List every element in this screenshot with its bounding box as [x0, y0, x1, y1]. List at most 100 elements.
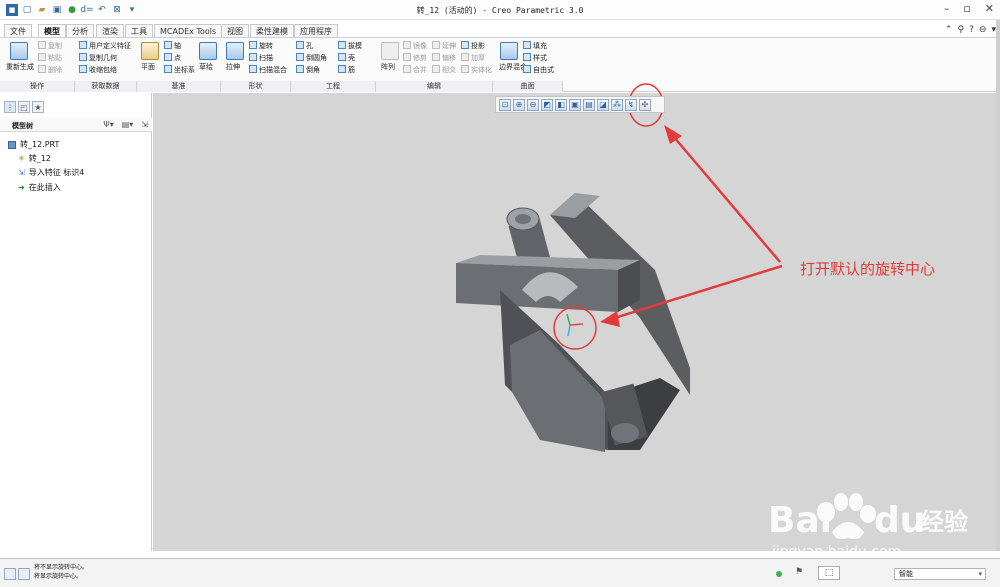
chamfer-button[interactable]: 倒角 — [296, 65, 320, 75]
refit-icon[interactable]: ⊡ — [499, 98, 511, 111]
solidify-icon — [461, 65, 469, 73]
svg-text:经验: 经验 — [920, 508, 968, 536]
sketch-icon[interactable] — [199, 42, 217, 60]
settings-icon[interactable]: ⊖ — [979, 25, 987, 35]
chamfer-icon — [296, 65, 304, 73]
thicken-button[interactable]: 加厚 — [461, 53, 485, 63]
tree-item-import-feature[interactable]: ⇲ 导入特征 标识4 — [18, 168, 84, 178]
delete-button[interactable]: 删除 — [38, 65, 62, 75]
annotation-display-icon[interactable]: ↯ — [625, 98, 637, 111]
group-editing[interactable]: 编辑 — [376, 81, 493, 92]
group-surfaces[interactable]: 曲面 — [493, 81, 563, 92]
help-icon[interactable]: ? — [969, 25, 974, 35]
tree-display-icon[interactable]: ▤▾ — [122, 120, 134, 129]
intersect-button[interactable]: 相交 — [432, 65, 456, 75]
display-style-icon[interactable]: ◧ — [555, 98, 567, 111]
part-icon — [8, 141, 16, 149]
project-icon — [461, 41, 469, 49]
copy-geometry-button[interactable]: 复制几何 — [79, 53, 117, 63]
tree-title: 模型树 — [12, 122, 33, 130]
copy-geometry-icon — [79, 53, 87, 61]
tree-settings-icon[interactable]: Ψ▾ — [103, 120, 113, 129]
group-get-data[interactable]: 获取数据 — [75, 81, 137, 92]
close-icon[interactable]: ✕ — [985, 2, 994, 15]
trim-button[interactable]: 修剪 — [403, 53, 427, 63]
plane-icon[interactable] — [141, 42, 159, 60]
zoom-out-icon[interactable]: ⊖ — [527, 98, 539, 111]
search-icon[interactable]: ⚲ — [958, 25, 965, 35]
pattern-icon[interactable] — [381, 42, 399, 60]
datum-display-icon[interactable]: ⁂ — [611, 98, 623, 111]
round-button[interactable]: 倒圆角 — [296, 53, 327, 63]
zoom-in-icon[interactable]: ⊕ — [513, 98, 525, 111]
extrude-button[interactable]: 拉伸 — [226, 63, 240, 72]
view-manager-icon[interactable]: ▤ — [583, 98, 595, 111]
hole-button[interactable]: 孔 — [296, 41, 313, 51]
tree-item-part[interactable]: 转_12.PRT — [8, 140, 59, 150]
tab-flexible-modeling[interactable]: 柔性建模 — [250, 24, 294, 37]
tab-render[interactable]: 渲染 — [96, 24, 124, 37]
regenerate-button[interactable]: 重新生成 — [6, 63, 34, 72]
tree-expand-icon[interactable]: ⇲ — [141, 120, 148, 129]
point-button[interactable]: 点 — [164, 53, 181, 63]
favorites-tab-icon[interactable]: ★ — [32, 101, 44, 113]
mirror-button[interactable]: 镜像 — [403, 41, 427, 51]
boundary-blend-icon[interactable] — [500, 42, 518, 60]
regenerate-icon[interactable] — [10, 42, 28, 60]
project-button[interactable]: 投影 — [461, 41, 485, 51]
maximize-icon[interactable]: ▫ — [963, 2, 970, 15]
tab-model[interactable]: 模型 — [38, 24, 66, 37]
csys-button[interactable]: 坐标系 — [164, 65, 195, 75]
tab-mcadex-tools[interactable]: MCADEx Tools — [154, 24, 223, 37]
axis-icon — [164, 41, 172, 49]
tab-tools[interactable]: 工具 — [125, 24, 153, 37]
plane-button[interactable]: 平面 — [141, 63, 155, 72]
tab-file[interactable]: 文件 — [4, 24, 32, 37]
swept-blend-button[interactable]: 扫描混合 — [249, 65, 287, 75]
repaint-icon[interactable]: ◩ — [541, 98, 553, 111]
extend-button[interactable]: 延伸 — [432, 41, 456, 51]
group-operations[interactable]: 操作 — [0, 81, 75, 92]
group-engineering[interactable]: 工程 — [291, 81, 376, 92]
tree-item-csys[interactable]: ✳ 转_12 — [18, 154, 51, 164]
shrinkwrap-button[interactable]: 收缩包络 — [79, 65, 117, 75]
pattern-button[interactable]: 阵列 — [381, 63, 395, 72]
group-shapes[interactable]: 形状 — [221, 81, 291, 92]
folder-browser-tab-icon[interactable]: ◰ — [18, 101, 30, 113]
sketch-button[interactable]: 草绘 — [199, 63, 213, 72]
sweep-button[interactable]: 扫描 — [249, 53, 273, 63]
copy-button[interactable]: 复制 — [38, 41, 62, 51]
udf-button[interactable]: 用户定义特征 — [79, 41, 131, 51]
merge-button[interactable]: 合并 — [403, 65, 427, 75]
selection-filter-button[interactable]: ⬚ — [818, 566, 840, 580]
arrow-up-icon[interactable]: ⌃ — [945, 25, 953, 35]
tree-item-insert-here[interactable]: ➜ 在此插入 — [18, 183, 61, 193]
tab-applications[interactable]: 应用程序 — [294, 24, 338, 37]
show-browser-icon[interactable] — [18, 568, 30, 580]
rib-button[interactable]: 筋 — [338, 65, 355, 75]
offset-button[interactable]: 偏移 — [432, 53, 456, 63]
solidify-button[interactable]: 实体化 — [461, 65, 492, 75]
flag-icon[interactable]: ⚑ — [795, 567, 803, 577]
selection-filter-dropdown[interactable]: 智能 ▾ — [894, 568, 986, 580]
model-tree-tab-icon[interactable]: ⋮ — [4, 101, 16, 113]
paste-button[interactable]: 粘贴 — [38, 53, 62, 63]
perspective-icon[interactable]: ◪ — [597, 98, 609, 111]
shell-button[interactable]: 壳 — [338, 53, 355, 63]
revolve-button[interactable]: 旋转 — [249, 41, 273, 51]
show-navigator-icon[interactable] — [4, 568, 16, 580]
spin-center-icon[interactable]: ✣ — [639, 98, 651, 111]
draft-button[interactable]: 拔模 — [338, 41, 362, 51]
group-datum[interactable]: 基准 — [137, 81, 221, 92]
tab-view[interactable]: 视图 — [221, 24, 249, 37]
fill-button[interactable]: 填充 — [523, 41, 547, 51]
tab-analysis[interactable]: 分析 — [66, 24, 94, 37]
window-title: 转_12 (活动的) - Creo Parametric 3.0 — [416, 6, 584, 15]
axis-button[interactable]: 轴 — [164, 41, 181, 51]
minimize-icon[interactable]: – — [944, 2, 950, 15]
freestyle-button[interactable]: 自由式 — [523, 65, 554, 75]
right-scrollbar[interactable] — [996, 20, 1000, 551]
extrude-icon[interactable] — [226, 42, 244, 60]
style-button[interactable]: 样式 — [523, 53, 547, 63]
saved-orientations-icon[interactable]: ▣ — [569, 98, 581, 111]
